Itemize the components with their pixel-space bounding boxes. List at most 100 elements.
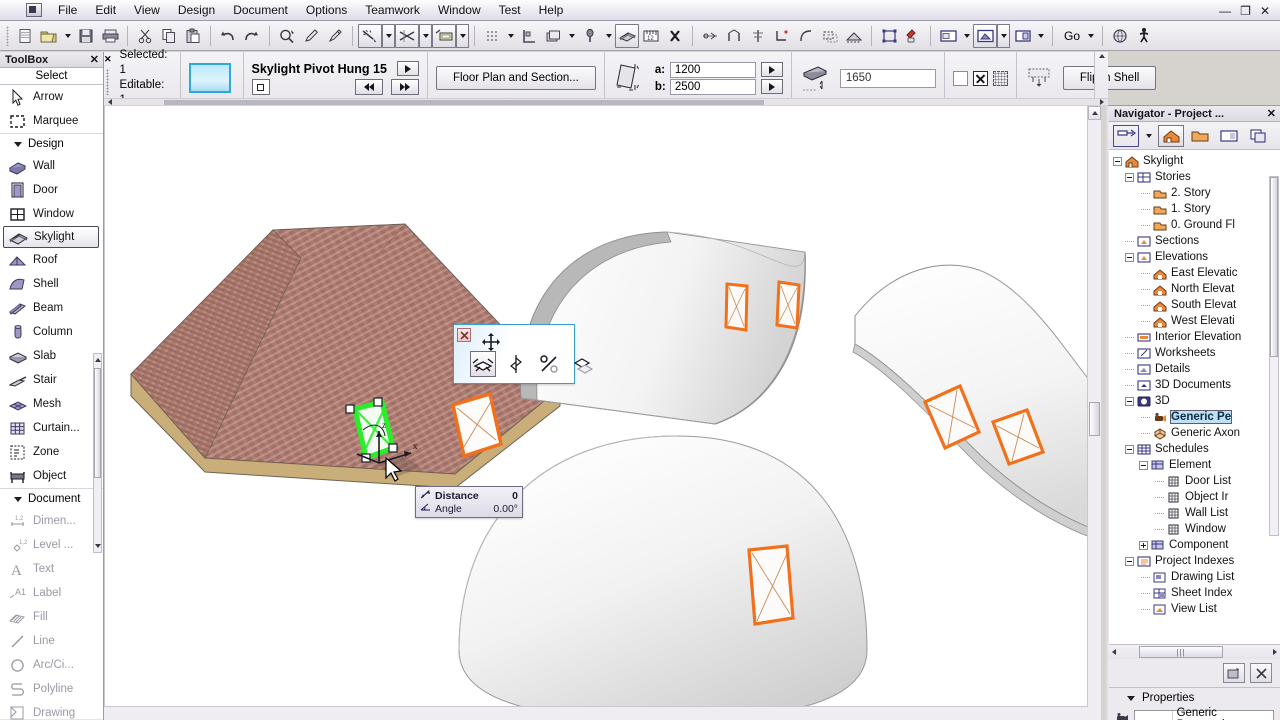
new-view-button[interactable] [1223,663,1245,683]
measure-dropdown-arrow-icon[interactable] [456,23,469,48]
paint-icon[interactable] [901,24,925,48]
navigator-project-tree[interactable]: Skylight Stories 2. Story 1. Story 0. Gr… [1109,150,1280,644]
layout-book-icon[interactable] [1216,125,1242,147]
menu-item-edit[interactable]: Edit [86,1,125,19]
tree-item-object-index[interactable]: Object Ir [1109,489,1280,505]
nav-hscroll-thumb[interactable]: ||| [1139,646,1223,658]
tree-item-south-elevation[interactable]: South Elevat [1109,297,1280,313]
floor-plan-section-button[interactable]: Floor Plan and Section... [435,66,596,90]
navigator-popup-icon[interactable] [1113,124,1139,147]
dimension-b-input[interactable]: 2500 [669,78,756,95]
menu-item-help[interactable]: Help [530,1,573,19]
tree-item-generic-perspective[interactable]: Generic Pe [1109,409,1280,425]
expander-icon[interactable] [1125,396,1134,406]
viewport-scroll-up-icon[interactable] [1088,106,1101,120]
tool-mesh[interactable]: Mesh [0,392,103,416]
3d-window-dropdown-arrow-icon[interactable] [997,23,1010,48]
floor-plan-dropdown-arrow-icon[interactable] [960,24,973,48]
toolbox-group-design[interactable]: Design [0,133,103,154]
pet-palette[interactable] [453,324,593,384]
globe-icon[interactable] [1108,24,1132,48]
tree-item-window-list[interactable]: Window [1109,521,1280,537]
navigator-popup-arrow-icon[interactable] [1142,124,1155,148]
intersect-dropdown-arrow-icon[interactable] [419,23,432,48]
scroll-down-icon[interactable] [94,541,101,551]
tool-text[interactable]: A Text [0,557,103,581]
expander-icon[interactable] [1139,460,1148,470]
offset-icon[interactable] [770,24,794,48]
section-dropdown-arrow-icon[interactable] [1034,24,1047,48]
next-double-arrow-icon[interactable] [390,79,419,95]
menu-item-window[interactable]: Window [429,1,490,19]
tree-item-wall-list[interactable]: Wall List [1109,505,1280,521]
tree-item-1-story[interactable]: 1. Story [1109,201,1280,217]
restore-icon[interactable]: ❐ [1240,5,1251,17]
measure-icon[interactable] [432,23,456,48]
tree-item-sections[interactable]: Sections [1109,233,1280,249]
menu-item-teamwork[interactable]: Teamwork [356,1,429,19]
angle-value[interactable]: 0.00° [493,503,518,515]
close-palette-icon[interactable] [457,328,471,342]
fillet-icon[interactable] [794,24,818,48]
menu-item-test[interactable]: Test [490,1,530,19]
viewport-horizontal-scrollbar[interactable] [104,706,1088,720]
nav-hscroll-left-icon[interactable] [1112,649,1116,655]
tool-marquee[interactable]: Marquee [0,109,103,133]
tool-stair[interactable]: Stair [0,368,103,392]
tree-item-west-elevation[interactable]: West Elevati [1109,313,1280,329]
snap-dropdown-arrow-icon[interactable] [504,24,517,48]
tree-item-drawing-list[interactable]: Drawing List [1109,569,1280,585]
info-box-hscrollbar[interactable] [104,98,1108,105]
adjust-icon[interactable] [746,24,770,48]
find-select-icon[interactable] [275,24,299,48]
viewport-vscroll-thumb[interactable] [1089,402,1100,436]
gravity-icon[interactable] [578,24,602,48]
expander-icon[interactable] [1113,156,1122,166]
scrollbar-thumb[interactable] [94,368,101,478]
toolbar-grip[interactable] [6,25,9,46]
multiply-icon[interactable] [818,24,842,48]
tool-wall[interactable]: Wall [0,154,103,178]
project-map-icon[interactable] [1158,124,1184,147]
paste-icon[interactable] [181,24,205,48]
tree-item-generic-axonometry[interactable]: Generic Axon [1109,425,1280,441]
split-icon[interactable] [722,24,746,48]
tool-level-dimension[interactable]: 1,2 Level ... [0,533,103,557]
dimension-icon[interactable]: 12 [639,24,663,48]
tool-fill[interactable]: Fill [0,605,103,629]
save-icon[interactable] [74,24,98,48]
elevate-icon[interactable] [536,351,562,377]
layers-icon[interactable] [541,24,565,48]
view-map-icon[interactable] [1187,125,1213,147]
expander-icon[interactable] [1125,252,1134,262]
tree-item-north-elevation[interactable]: North Elevat [1109,281,1280,297]
print-icon[interactable] [98,24,122,48]
tool-arc-circle[interactable]: Arc/Ci... [0,653,103,677]
tree-item-stories[interactable]: Stories [1109,169,1280,185]
trim-icon[interactable] [698,24,722,48]
viewport-vertical-scrollbar[interactable] [1087,106,1101,720]
toolbox-scrollbar[interactable] [93,353,102,553]
navigator-tree-scroll-thumb[interactable] [1270,177,1278,357]
minimize-icon[interactable]: — [1219,5,1231,17]
close-icon[interactable]: ✕ [1260,5,1270,17]
tree-item-3d[interactable]: 3D [1109,393,1280,409]
new-file-icon[interactable] [13,24,37,48]
expander-icon[interactable] [1125,556,1134,566]
tree-item-worksheets[interactable]: Worksheets [1109,345,1280,361]
tracker[interactable]: Distance 0 Angle 0.00° [415,486,523,518]
tree-item-details[interactable]: Details [1109,361,1280,377]
tool-door[interactable]: Door [0,178,103,202]
tool-slab[interactable]: Slab [0,344,103,368]
publisher-sets-icon[interactable] [1245,125,1271,147]
tree-item-skylight[interactable]: Skylight [1109,153,1280,169]
skylight-preview-swatch[interactable] [188,63,231,93]
elevate-icon[interactable] [842,24,866,48]
close-shape-icon[interactable] [663,24,687,48]
info-box-close-icon[interactable]: ✕ [104,54,112,65]
menu-item-design[interactable]: Design [169,1,224,19]
dimension-a-input[interactable]: 1200 [669,61,756,78]
tree-item-element-schedule[interactable]: Element [1109,457,1280,473]
distance-value[interactable]: 0 [512,490,518,502]
toolbox-close-icon[interactable]: ✕ [90,53,99,66]
